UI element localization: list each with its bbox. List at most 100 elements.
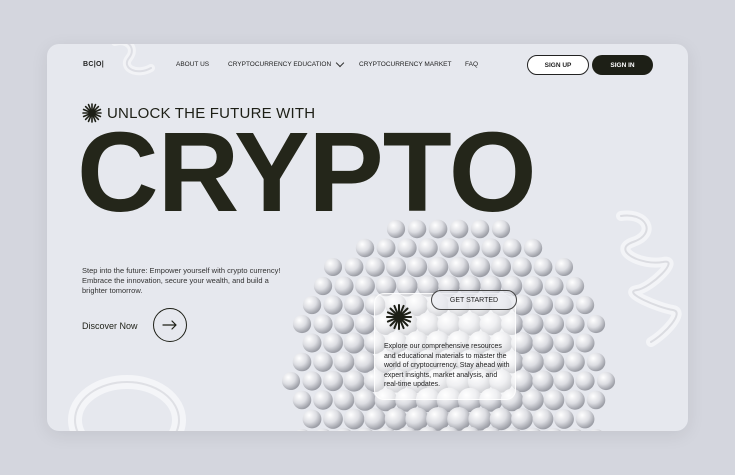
sphere-ball — [384, 407, 408, 431]
sphere-ball — [553, 370, 575, 392]
sphere-ball — [376, 238, 396, 258]
sphere-ball — [449, 219, 469, 239]
sign-up-button[interactable]: SIGN UP — [527, 55, 589, 75]
sphere-ball — [313, 390, 333, 410]
sphere-ball — [532, 332, 554, 354]
sphere-ball — [427, 256, 449, 278]
sphere-ball — [544, 276, 564, 296]
sphere-ball — [489, 407, 513, 431]
sphere-ball — [323, 409, 343, 429]
sphere-ball — [292, 314, 312, 334]
coil-decoration — [111, 44, 155, 76]
hero-card: BC|O| ABOUT US CRYPTOCURRENCY EDUCATION … — [47, 44, 688, 431]
sphere-ball — [354, 313, 376, 335]
sphere-ball — [386, 219, 406, 239]
sphere-ball — [532, 408, 554, 430]
sphere-ball — [397, 238, 417, 258]
sphere-ball — [316, 428, 330, 431]
sphere-ball — [565, 276, 585, 296]
ring-decoration — [68, 375, 186, 431]
sphere-ball — [586, 390, 606, 410]
sphere-ball — [323, 295, 343, 315]
sphere-ball — [554, 295, 574, 315]
sphere-ball — [522, 351, 544, 373]
sphere-ball — [407, 219, 427, 239]
sphere-ball — [512, 257, 532, 277]
sphere-ball — [568, 428, 582, 431]
sphere-ball — [302, 295, 322, 315]
sphere-ball — [296, 429, 308, 431]
info-card-text: Explore our comprehensive resources and … — [384, 343, 510, 388]
sphere-ball — [343, 408, 365, 430]
sphere-ball — [292, 352, 312, 372]
sphere-ball — [354, 389, 376, 411]
starburst-icon — [386, 304, 412, 330]
sphere-ball — [333, 389, 355, 411]
sphere-ball — [281, 371, 301, 391]
brand-logo[interactable]: BC|O| — [83, 61, 104, 68]
hero-description: Step into the future: Empower yourself w… — [82, 266, 281, 295]
sphere-ball — [323, 333, 343, 353]
sphere-ball — [511, 408, 533, 430]
sphere-ball — [575, 371, 595, 391]
sphere-ball — [575, 295, 595, 315]
sphere-ball — [543, 389, 565, 411]
sphere-ball — [469, 256, 491, 278]
sphere-ball — [418, 238, 438, 258]
sphere-ball — [590, 429, 602, 431]
sphere-ball — [553, 332, 575, 354]
sphere-ball — [406, 256, 428, 278]
sphere-ball — [344, 257, 364, 277]
sphere-ball — [355, 276, 375, 296]
sphere-ball — [460, 238, 480, 258]
sphere-ball — [554, 409, 574, 429]
sphere-ball — [322, 370, 344, 392]
sphere-ball — [343, 294, 365, 316]
sphere-ball — [365, 257, 385, 277]
sphere-ball — [313, 314, 333, 334]
sphere-ball — [565, 352, 585, 372]
sphere-ball — [333, 351, 355, 373]
nav-crypto-education[interactable]: CRYPTOCURRENCY EDUCATION — [228, 58, 345, 68]
sphere-ball — [355, 238, 375, 258]
sign-in-button[interactable]: SIGN IN — [592, 55, 653, 75]
sphere-ball — [554, 257, 574, 277]
sphere-ball — [428, 219, 448, 239]
sphere-ball — [543, 313, 565, 335]
sphere-ball — [575, 409, 595, 429]
sphere-ball — [490, 256, 512, 278]
discover-arrow-button[interactable] — [153, 308, 187, 342]
sphere-ball — [302, 371, 322, 391]
sphere-ball — [470, 219, 490, 239]
sphere-ball — [596, 371, 616, 391]
sphere-ball — [313, 276, 333, 296]
sphere-ball — [491, 219, 511, 239]
sphere-ball — [586, 352, 606, 372]
sphere-ball — [439, 238, 459, 258]
sphere-ball — [586, 314, 606, 334]
sphere-ball — [333, 313, 355, 335]
sphere-ball — [523, 276, 543, 296]
nav-about-us[interactable]: ABOUT US — [176, 61, 209, 68]
chevron-down-icon — [335, 58, 345, 68]
sphere-ball — [343, 332, 365, 354]
sphere-ball — [532, 294, 554, 316]
discover-now-link[interactable]: Discover Now — [82, 321, 138, 331]
sphere-ball — [292, 390, 312, 410]
nav-crypto-market[interactable]: CRYPTOCURRENCY MARKET — [359, 61, 451, 68]
sphere-ball — [533, 257, 553, 277]
sphere-ball — [523, 238, 543, 258]
nav-crypto-education-label: CRYPTOCURRENCY EDUCATION — [228, 61, 332, 68]
sphere-ball — [522, 313, 544, 335]
sphere-ball — [364, 408, 386, 430]
sphere-ball — [354, 351, 376, 373]
sphere-ball — [302, 333, 322, 353]
sphere-ball — [448, 256, 470, 278]
get-started-button[interactable]: GET STARTED — [431, 290, 517, 310]
sphere-ball — [302, 409, 322, 429]
nav-faq[interactable]: FAQ — [465, 61, 478, 68]
sphere-ball — [313, 352, 333, 372]
sphere-ball — [543, 351, 565, 373]
sphere-ball — [386, 257, 406, 277]
sphere-ball — [532, 370, 554, 392]
